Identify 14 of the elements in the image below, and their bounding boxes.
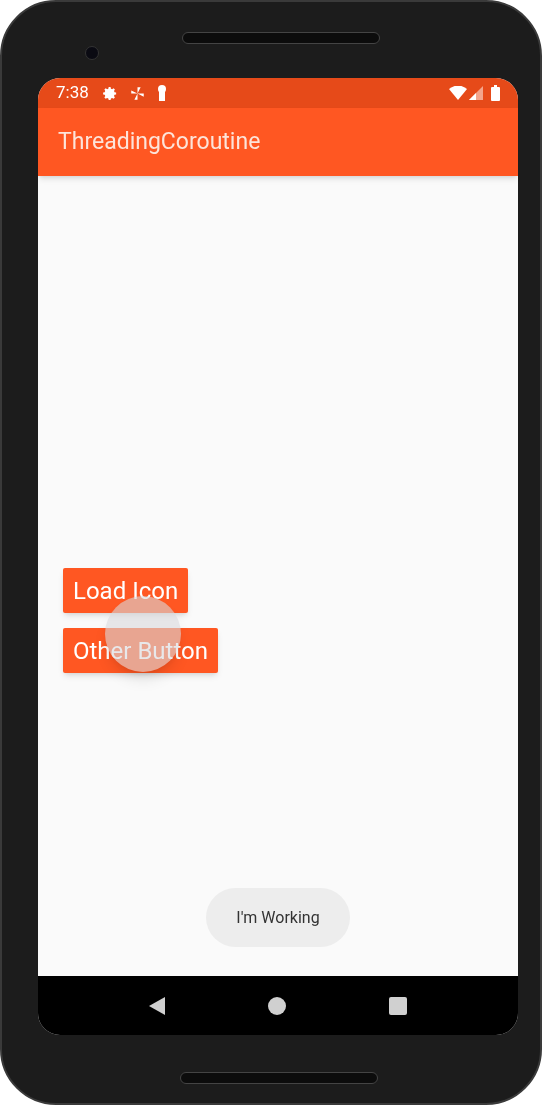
camera-lens <box>85 46 99 60</box>
home-icon[interactable] <box>268 996 286 1015</box>
overview-icon[interactable] <box>388 996 407 1015</box>
signal-icon <box>469 86 483 100</box>
back-icon[interactable] <box>149 996 166 1015</box>
battery-icon <box>491 85 500 101</box>
status-time: 7:38 <box>56 81 89 105</box>
action-button[interactable]: Load Icon <box>63 568 189 613</box>
toast-message: I'm Working <box>206 888 350 947</box>
keyhole-icon <box>156 85 167 101</box>
wifi-icon <box>449 86 467 100</box>
app-title: ThreadingCoroutine <box>58 126 261 157</box>
gear-icon <box>102 85 118 101</box>
pinwheel-icon <box>129 85 145 101</box>
